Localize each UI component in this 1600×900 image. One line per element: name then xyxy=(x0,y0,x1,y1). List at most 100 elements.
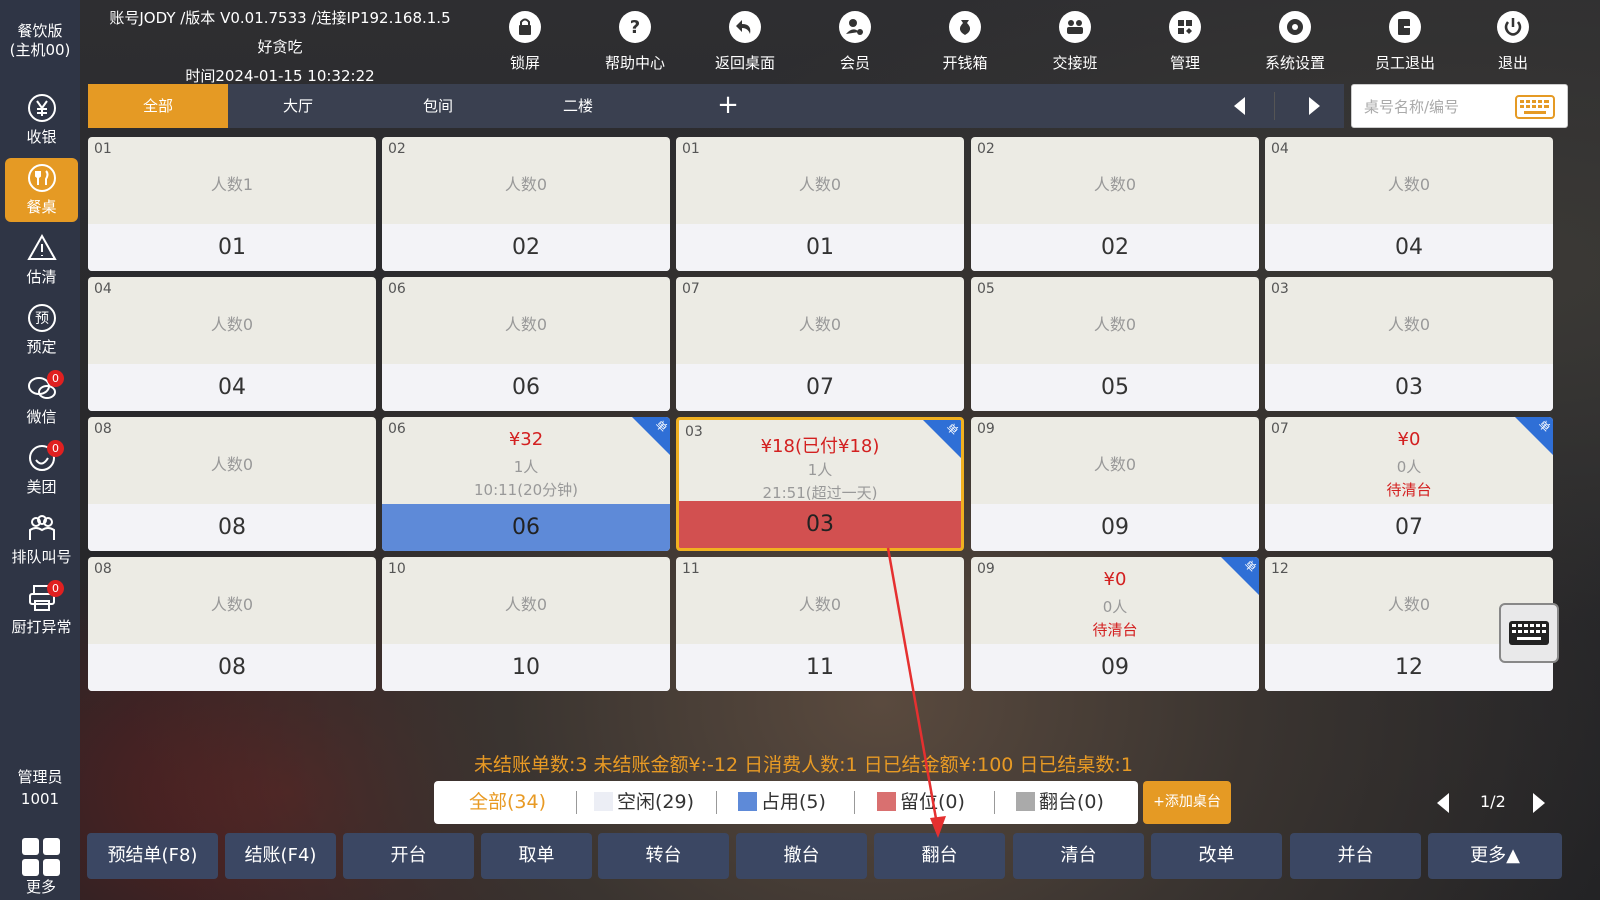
legend-idle[interactable]: 空闲(29) xyxy=(594,781,694,824)
power-icon xyxy=(1496,10,1530,44)
toolbar-member-button[interactable]: 会员 xyxy=(805,10,905,73)
table-number: 02 xyxy=(977,141,995,157)
sidebar-item-meituan[interactable]: 美团 0 xyxy=(5,438,78,502)
legend-divider xyxy=(716,791,717,814)
table-card[interactable]: 01 人数0 01 xyxy=(676,137,964,271)
table-card[interactable]: 06 ¥32 1人 10:11(20分钟) 单 06 xyxy=(382,417,670,551)
warning-icon xyxy=(26,232,58,264)
next-arrow-icon[interactable] xyxy=(1304,96,1324,116)
floating-keyboard-button[interactable] xyxy=(1499,603,1559,663)
add-table-button[interactable]: +添加桌台 xyxy=(1143,781,1231,824)
table-name: 09 xyxy=(971,644,1259,691)
legend-reserved[interactable]: 留位(0) xyxy=(877,781,965,824)
checkout-button[interactable]: 结账(F4) xyxy=(225,833,336,879)
notification-badge: 0 xyxy=(47,370,64,387)
guest-count: 人数0 xyxy=(1093,455,1137,474)
toolbar-manage-button[interactable]: 管理 xyxy=(1135,10,1235,73)
legend-all[interactable]: 全部(34) xyxy=(469,781,546,824)
edit-order-button[interactable]: 改单 xyxy=(1151,833,1282,879)
keyboard-icon[interactable] xyxy=(1515,95,1555,119)
add-tab-button[interactable]: + xyxy=(708,84,748,128)
table-card[interactable]: 02 人数0 02 xyxy=(382,137,670,271)
table-card[interactable]: 08 人数0 08 xyxy=(88,417,376,551)
cancel-table-button[interactable]: 撤台 xyxy=(736,833,867,879)
table-number: 04 xyxy=(1271,141,1289,157)
table-card[interactable]: 08 人数0 08 xyxy=(88,557,376,691)
table-card[interactable]: 04 人数0 04 xyxy=(1265,137,1553,271)
guest-count: 人数0 xyxy=(798,595,842,614)
table-number: 06 xyxy=(388,281,406,297)
toolbar-staff-logout-button[interactable]: 员工退出 xyxy=(1355,10,1455,73)
turn-table-button[interactable]: 翻台 xyxy=(874,833,1005,879)
session-info: 账号JODY /版本 V0.01.7533 /连接IP192.168.1.5 好… xyxy=(100,4,460,91)
table-card[interactable]: 06 人数0 06 xyxy=(382,277,670,411)
table-card[interactable]: 07 ¥0 0人 待清台单 07 xyxy=(1265,417,1553,551)
table-card[interactable]: 09 人数0 09 xyxy=(971,417,1259,551)
toolbar-help-button[interactable]: ? 帮助中心 xyxy=(585,10,685,73)
table-name: 09 xyxy=(971,504,1259,551)
sidebar-item-queue[interactable]: 排队叫号 xyxy=(5,508,78,572)
merge-table-button[interactable]: 并台 xyxy=(1290,833,1421,879)
sidebar-item-reserve[interactable]: 预预定 xyxy=(5,298,78,362)
table-card[interactable]: 05 人数0 05 xyxy=(971,277,1259,411)
toolbar-label: 管理 xyxy=(1169,54,1200,72)
table-name: 01 xyxy=(676,224,964,271)
sidebar-item-warning[interactable]: 估清 xyxy=(5,228,78,292)
table-card[interactable]: 07 人数0 07 xyxy=(676,277,964,411)
toolbar-cashbox-button[interactable]: 开钱箱 xyxy=(915,10,1015,73)
legend-divider xyxy=(576,791,577,814)
toolbar-label: 返回桌面 xyxy=(714,54,775,72)
next-page-icon[interactable] xyxy=(1530,792,1548,814)
prev-arrow-icon[interactable] xyxy=(1230,96,1250,116)
toolbar-power-button[interactable]: 退出 xyxy=(1463,10,1563,73)
table-card[interactable]: 03 人数0 03 xyxy=(1265,277,1553,411)
sidebar-item-yen[interactable]: 收银 xyxy=(5,88,78,152)
tab-second-floor[interactable]: 二楼 xyxy=(508,84,648,128)
toolbar-label: 退出 xyxy=(1497,54,1528,72)
queue-icon xyxy=(26,512,58,544)
toolbar-label: 帮助中心 xyxy=(604,54,665,72)
guest-count: 人数0 xyxy=(1093,315,1137,334)
legend-occupied[interactable]: 占用(5) xyxy=(738,781,826,824)
search-input[interactable] xyxy=(1364,94,1504,120)
sidebar-item-fork-knife[interactable]: 餐桌 xyxy=(5,158,78,222)
table-card[interactable]: 11 人数0 11 xyxy=(676,557,964,691)
toolbar-settings-button[interactable]: 系统设置 xyxy=(1245,10,1345,73)
table-card[interactable]: 04 人数0 04 xyxy=(88,277,376,411)
guest-count: 人数0 xyxy=(1093,175,1137,194)
tab-hall[interactable]: 大厅 xyxy=(228,84,368,128)
table-card[interactable]: 09 ¥0 0人 待清台单 09 xyxy=(971,557,1259,691)
legend-turn[interactable]: 翻台(0) xyxy=(1016,781,1104,824)
table-card[interactable]: 01 人数1 01 xyxy=(88,137,376,271)
table-card[interactable]: 02 人数0 02 xyxy=(971,137,1259,271)
tab-all[interactable]: 全部 xyxy=(88,84,228,128)
more-menu-button[interactable]: 更多 xyxy=(22,838,60,897)
guest-count: 人数0 xyxy=(1387,175,1431,194)
guest-count: 人数0 xyxy=(1387,315,1431,334)
tab-private-room[interactable]: 包间 xyxy=(368,84,508,128)
pre-settle-button[interactable]: 预结单(F8) xyxy=(87,833,218,879)
clear-table-button[interactable]: 清台 xyxy=(1013,833,1144,879)
toolbar-handover-button[interactable]: 交接班 xyxy=(1025,10,1125,73)
table-time-status: 待清台 xyxy=(1386,481,1432,499)
table-name: 03 xyxy=(1265,364,1553,411)
transfer-table-button[interactable]: 转台 xyxy=(598,833,729,879)
handover-icon xyxy=(1058,10,1092,44)
open-table-button[interactable]: 开台 xyxy=(343,833,474,879)
toolbar-return-button[interactable]: 返回桌面 xyxy=(695,10,795,73)
sidebar-item-printer[interactable]: 厨打异常 0 xyxy=(5,578,78,642)
toolbar-label: 锁屏 xyxy=(509,54,540,72)
toolbar-label: 交接班 xyxy=(1052,54,1098,72)
prev-page-icon[interactable] xyxy=(1434,792,1452,814)
sidebar-item-label: 收银 xyxy=(26,128,57,146)
table-card[interactable]: 03 ¥18(已付¥18) 1人 21:51(超过一天) 单 03 xyxy=(676,417,964,551)
guest-count: 人数0 xyxy=(504,595,548,614)
take-order-button[interactable]: 取单 xyxy=(481,833,592,879)
toolbar-lock-button[interactable]: 锁屏 xyxy=(475,10,575,73)
sidebar-item-label: 美团 xyxy=(26,478,57,496)
sidebar-item-wechat[interactable]: 微信 0 xyxy=(5,368,78,432)
table-name: 02 xyxy=(382,224,670,271)
table-time-status: 待清台 xyxy=(1092,621,1138,639)
more-button[interactable]: 更多▲ xyxy=(1428,833,1562,879)
table-card[interactable]: 10 人数0 10 xyxy=(382,557,670,691)
